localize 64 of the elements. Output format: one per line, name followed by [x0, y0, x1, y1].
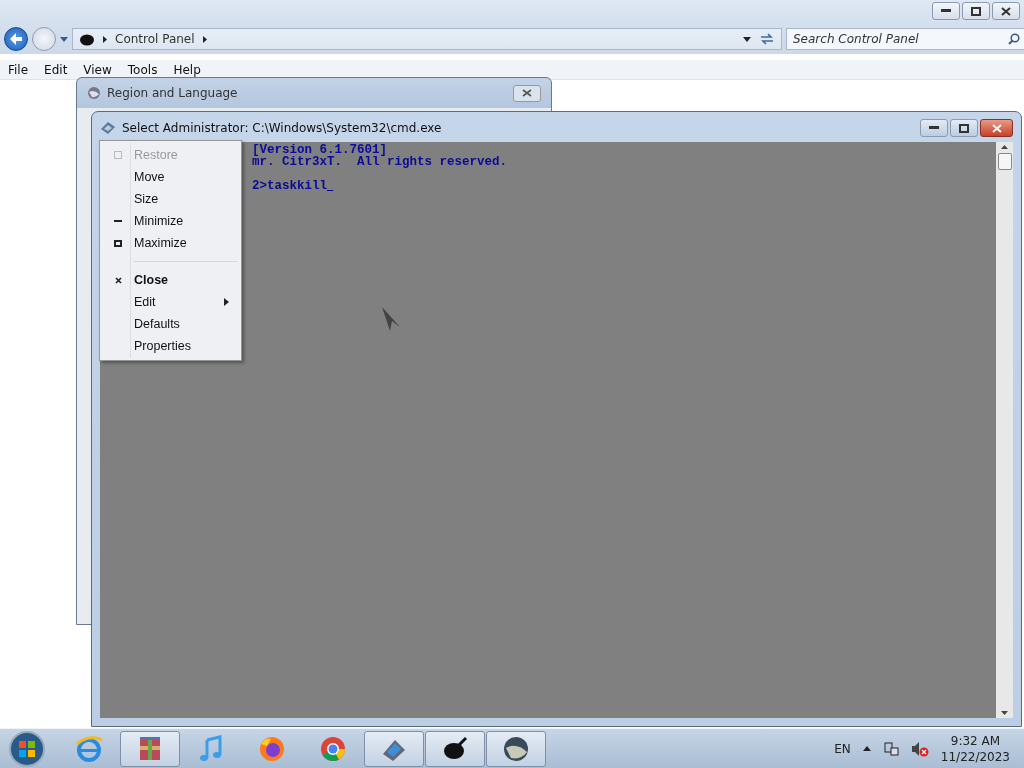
- muted-speaker-icon[interactable]: [910, 740, 929, 757]
- close-icon: [1001, 6, 1011, 16]
- menu-item[interactable]: Maximize: [102, 232, 239, 254]
- menu-item[interactable]: Edit: [102, 291, 239, 313]
- start-button[interactable]: [6, 729, 48, 768]
- menu-bar-item[interactable]: Help: [165, 62, 209, 77]
- menu-item[interactable]: Properties: [102, 335, 239, 357]
- menu-bar-item[interactable]: View: [75, 62, 120, 77]
- maximize-button[interactable]: [962, 2, 990, 20]
- console-icon[interactable]: [100, 121, 116, 135]
- close-button[interactable]: [992, 2, 1020, 20]
- search-field[interactable]: Search Control Panel: [786, 28, 1024, 50]
- globe-icon: [87, 86, 101, 100]
- minimize-button[interactable]: [932, 2, 960, 20]
- globe-e-icon: [74, 733, 104, 764]
- minimize-icon: [941, 9, 951, 13]
- maximize-icon: [971, 6, 981, 16]
- scroll-up-icon[interactable]: [1001, 145, 1008, 149]
- close-button[interactable]: [513, 84, 541, 102]
- scroll-down-icon[interactable]: [1001, 711, 1008, 715]
- address-bar[interactable]: Control Panel: [72, 28, 782, 50]
- chevron-up-icon[interactable]: [862, 746, 871, 751]
- minimize-icon: [929, 126, 939, 130]
- menu-item[interactable]: Defaults: [102, 313, 239, 335]
- scroll-thumb[interactable]: [997, 153, 1012, 170]
- menu-item[interactable]: Size: [102, 188, 239, 210]
- dialog-title: Region and Language: [107, 86, 238, 100]
- date-text: 11/22/2023: [940, 748, 1010, 765]
- breadcrumb-item[interactable]: Control Panel: [115, 32, 195, 46]
- close-button[interactable]: [980, 119, 1013, 137]
- close-icon: [991, 123, 1002, 133]
- scrollbar[interactable]: [996, 142, 1013, 718]
- taskbar-button[interactable]: [486, 730, 546, 767]
- back-arrow-icon: [9, 33, 23, 45]
- language-indicator[interactable]: EN: [834, 741, 851, 756]
- menu-bar-item[interactable]: Edit: [36, 62, 76, 77]
- time-text: 9:32 AM: [950, 732, 1001, 749]
- menu-bar-item[interactable]: File: [0, 62, 37, 77]
- console-line: 2>taskkill: [252, 180, 328, 192]
- minimize-button[interactable]: [920, 119, 948, 137]
- taskbar-button[interactable]: [425, 730, 485, 767]
- restore-icon: [114, 151, 122, 159]
- back-button[interactable]: [4, 27, 28, 51]
- console-line: [Version 6.1.7601]: [252, 144, 388, 156]
- maximize-icon: [959, 123, 969, 133]
- dropdown-arrow-icon[interactable]: [743, 36, 751, 42]
- maximize-icon: [114, 239, 122, 247]
- console-line: mr. Citr3xT. All rights reserved.: [252, 156, 508, 168]
- menu-bar-item[interactable]: Tools: [119, 62, 166, 77]
- clock[interactable]: 9:32 AM 11/22/2023: [940, 732, 1010, 765]
- network-icon[interactable]: [882, 740, 899, 757]
- refresh-icon[interactable]: [759, 32, 775, 46]
- close-icon: [522, 89, 532, 97]
- chevron-right-icon: [103, 35, 107, 43]
- chevron-right-icon: [202, 35, 207, 43]
- submenu-arrow-icon: [224, 298, 229, 306]
- menu-item[interactable]: Move: [102, 166, 239, 188]
- minimize-icon: [114, 219, 122, 223]
- close-icon: [114, 276, 122, 284]
- menu-item[interactable]: Minimize: [102, 210, 239, 232]
- window-title: Select Administrator: C:\Windows\System32\cmd.exe: [122, 121, 442, 135]
- menu-item[interactable]: Close: [102, 269, 239, 291]
- mouse-cursor-icon: [380, 305, 402, 333]
- maximize-button[interactable]: [950, 119, 978, 137]
